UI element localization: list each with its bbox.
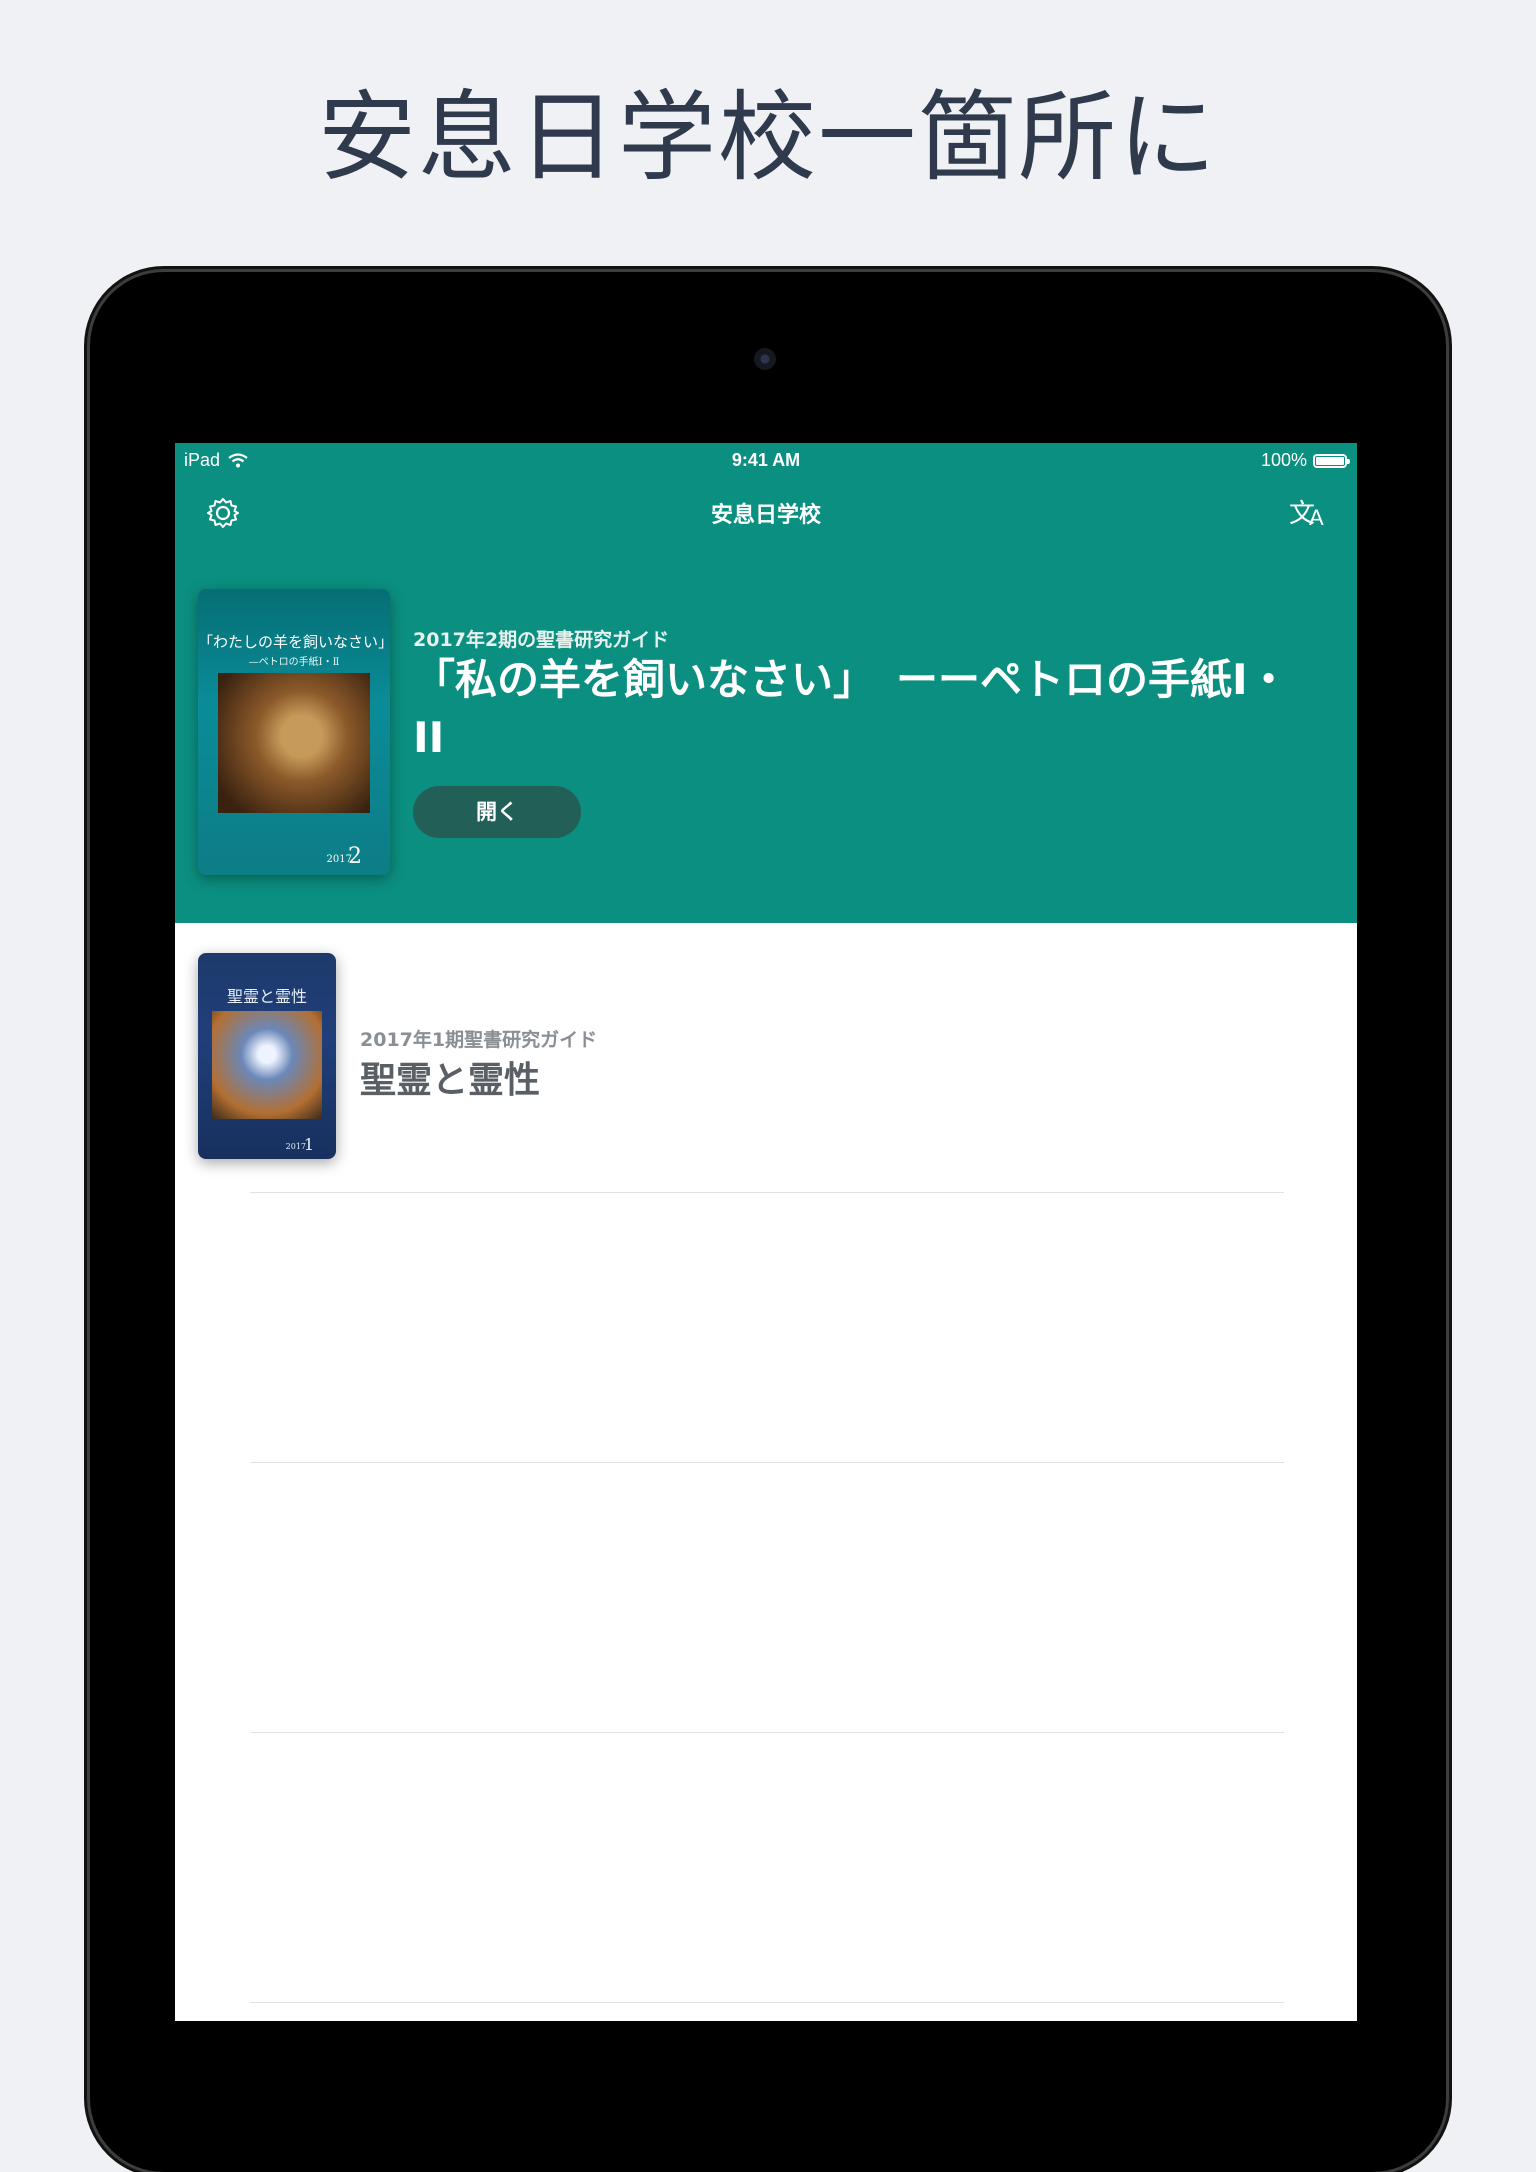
open-button[interactable]: 開く	[413, 786, 581, 838]
app-screen: iPad 9:41 AM 100% 安息日学校 文A 「わたしの羊を飼いなさい」…	[175, 443, 1357, 2021]
list-divider	[250, 1462, 1284, 1463]
cover-quarter: 1	[303, 1135, 314, 1154]
list-divider	[250, 1192, 1284, 1193]
status-bar: iPad 9:41 AM 100%	[175, 443, 1357, 477]
camera-icon	[754, 348, 776, 370]
cover-artwork	[218, 673, 370, 813]
featured-subtitle: 2017年2期の聖書研究ガイド	[413, 629, 670, 651]
cover-artwork	[212, 1011, 322, 1119]
featured-cover[interactable]: 「わたしの羊を飼いなさい」 —ペトロの手紙Ⅰ・Ⅱ 2017 2	[198, 589, 390, 875]
battery-percent: 100%	[1260, 450, 1307, 470]
featured-header: iPad 9:41 AM 100% 安息日学校 文A 「わたしの羊を飼いなさい」…	[175, 443, 1357, 923]
status-time: 9:41 AM	[731, 450, 801, 470]
cover-quarter: 2	[348, 844, 362, 869]
nav-bar: 安息日学校 文A	[175, 483, 1357, 543]
featured-title[interactable]: 「私の羊を飼いなさい」 ーーペトロの手紙I・II	[413, 651, 1313, 767]
language-icon[interactable]: 文A	[1289, 493, 1329, 533]
list-divider	[250, 1732, 1284, 1733]
list-item-subtitle: 2017年1期聖書研究ガイド	[360, 1029, 598, 1051]
list-cover-title: 聖霊と霊性	[226, 987, 307, 1006]
nav-title: 安息日学校	[710, 503, 821, 528]
marketing-headline: 安息日学校一箇所に	[317, 81, 1218, 195]
battery-icon	[1313, 453, 1350, 468]
list-divider	[250, 2002, 1284, 2003]
list-item-title[interactable]: 聖霊と霊性	[360, 1051, 540, 1103]
featured-cover-title: 「わたしの羊を飼いなさい」	[198, 633, 390, 651]
featured-cover-subtitle: —ペトロの手紙Ⅰ・Ⅱ	[248, 657, 340, 668]
list-item-cover[interactable]: 聖霊と霊性 2017 1	[198, 953, 336, 1159]
